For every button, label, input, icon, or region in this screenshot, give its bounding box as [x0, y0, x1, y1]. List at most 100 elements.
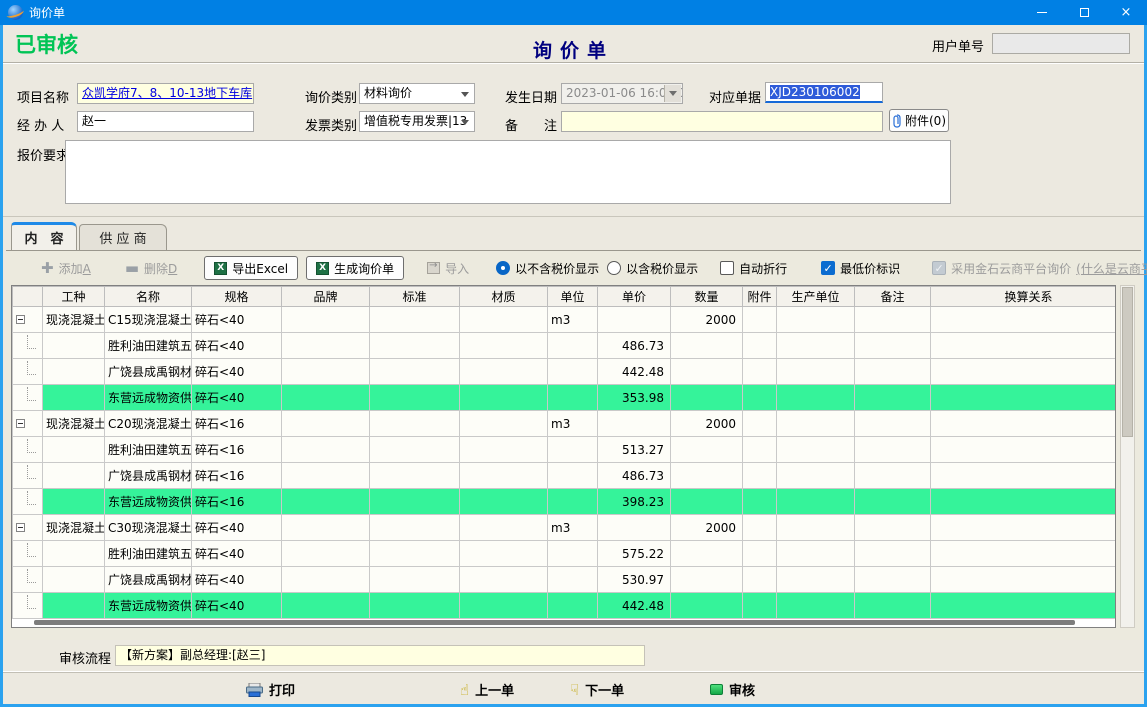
table-cell-biaozhun[interactable]: [370, 567, 460, 593]
table-cell-biaozhun[interactable]: [370, 593, 460, 619]
checkbox-lowest-price[interactable]: 最低价标识: [821, 260, 900, 277]
table-cell-caizhi[interactable]: [460, 515, 548, 541]
table-cell-mingcheng[interactable]: 广饶县成禹钢材销: [105, 463, 192, 489]
table-cell-gongzhong[interactable]: [43, 359, 105, 385]
table-cell-danjia[interactable]: 398.23: [598, 489, 671, 515]
table-cell-guige[interactable]: 碎石<40: [192, 333, 282, 359]
column-header[interactable]: 材质: [460, 287, 548, 307]
table-cell-biaozhun[interactable]: [370, 463, 460, 489]
table-cell-caizhi[interactable]: [460, 567, 548, 593]
minimize-button[interactable]: [1021, 0, 1063, 25]
table-cell-fujian[interactable]: [743, 385, 777, 411]
table-cell-fujian[interactable]: [743, 333, 777, 359]
table-cell-shengchandanwei[interactable]: [777, 489, 855, 515]
column-header[interactable]: 品牌: [282, 287, 370, 307]
table-row-lowest-price[interactable]: 东营远成物资供应碎石<16398.23: [13, 489, 1117, 515]
table-cell-caizhi[interactable]: [460, 333, 548, 359]
table-cell-pinpai[interactable]: [282, 307, 370, 333]
audit-button[interactable]: 审核: [710, 680, 755, 699]
table-cell-huansuan[interactable]: [931, 567, 1117, 593]
table-cell-shuliang[interactable]: 2000: [671, 411, 743, 437]
table-cell-caizhi[interactable]: [460, 385, 548, 411]
table-cell-shuliang[interactable]: [671, 593, 743, 619]
table-cell-shuliang[interactable]: [671, 567, 743, 593]
radio-with-tax[interactable]: 以含税价显示: [607, 260, 698, 277]
table-cell-gongzhong[interactable]: [43, 437, 105, 463]
next-doc-button[interactable]: ☟ 下一单: [570, 680, 624, 699]
table-cell-pinpai[interactable]: [282, 333, 370, 359]
table-cell-shengchandanwei[interactable]: [777, 515, 855, 541]
collapse-toggle-icon[interactable]: [13, 411, 43, 437]
table-cell-guige[interactable]: 碎石<16: [192, 411, 282, 437]
table-cell-shengchandanwei[interactable]: [777, 333, 855, 359]
project-field[interactable]: 众凯学府7、8、10-13地下车库: [77, 83, 254, 104]
table-cell-danjia[interactable]: 442.48: [598, 593, 671, 619]
table-cell-beizhu[interactable]: [855, 359, 931, 385]
column-header[interactable]: 规格: [192, 287, 282, 307]
table-cell-pinpai[interactable]: [282, 437, 370, 463]
checkbox-auto-wrap[interactable]: 自动折行: [720, 260, 787, 277]
table-cell-guige[interactable]: 碎石<40: [192, 541, 282, 567]
table-cell-guige[interactable]: 碎石<40: [192, 385, 282, 411]
table-cell-danjia[interactable]: 530.97: [598, 567, 671, 593]
table-row[interactable]: 广饶县成禹钢材销碎石<40530.97: [13, 567, 1117, 593]
table-cell-fujian[interactable]: [743, 307, 777, 333]
handler-field[interactable]: 赵一: [77, 111, 254, 132]
table-cell-guige[interactable]: 碎石<40: [192, 307, 282, 333]
collapse-toggle-icon[interactable]: [13, 307, 43, 333]
table-cell-guige[interactable]: 碎石<40: [192, 567, 282, 593]
table-cell-huansuan[interactable]: [931, 437, 1117, 463]
table-cell-gongzhong[interactable]: [43, 593, 105, 619]
print-button[interactable]: 打印: [246, 680, 295, 699]
table-cell-pinpai[interactable]: [282, 593, 370, 619]
table-cell-mingcheng[interactable]: 东营远成物资供应: [105, 593, 192, 619]
table-cell-fujian[interactable]: [743, 463, 777, 489]
table-row[interactable]: 现浇混凝土C15现浇混凝土碎石<40m32000: [13, 307, 1117, 333]
table-cell-beizhu[interactable]: [855, 385, 931, 411]
table-cell-huansuan[interactable]: [931, 463, 1117, 489]
column-header[interactable]: 单位: [548, 287, 598, 307]
column-header[interactable]: 换算关系: [931, 287, 1117, 307]
table-cell-shuliang[interactable]: 2000: [671, 307, 743, 333]
table-cell-danwei[interactable]: [548, 359, 598, 385]
table-cell-gongzhong[interactable]: 现浇混凝土: [43, 307, 105, 333]
table-cell-shengchandanwei[interactable]: [777, 307, 855, 333]
generate-inquiry-button[interactable]: 生成询价单: [306, 256, 404, 280]
table-cell-beizhu[interactable]: [855, 463, 931, 489]
table-cell-beizhu[interactable]: [855, 333, 931, 359]
column-header[interactable]: 附件: [743, 287, 777, 307]
table-cell-danwei[interactable]: [548, 333, 598, 359]
table-cell-gongzhong[interactable]: [43, 567, 105, 593]
table-cell-gongzhong[interactable]: [43, 385, 105, 411]
collapse-toggle-icon[interactable]: [13, 515, 43, 541]
horizontal-scrollbar-thumb[interactable]: [34, 620, 1075, 625]
table-cell-mingcheng[interactable]: 胜利油田建筑五金: [105, 333, 192, 359]
table-cell-huansuan[interactable]: [931, 385, 1117, 411]
table-cell-danjia[interactable]: 486.73: [598, 333, 671, 359]
table-cell-beizhu[interactable]: [855, 489, 931, 515]
table-cell-fujian[interactable]: [743, 411, 777, 437]
table-cell-beizhu[interactable]: [855, 437, 931, 463]
table-cell-danwei[interactable]: m3: [548, 411, 598, 437]
close-button[interactable]: ×: [1105, 0, 1147, 25]
table-row[interactable]: 广饶县成禹钢材销碎石<16486.73: [13, 463, 1117, 489]
table-cell-beizhu[interactable]: [855, 411, 931, 437]
table-cell-mingcheng[interactable]: C15现浇混凝土: [105, 307, 192, 333]
table-cell-danwei[interactable]: m3: [548, 515, 598, 541]
table-cell-caizhi[interactable]: [460, 437, 548, 463]
table-cell-fujian[interactable]: [743, 593, 777, 619]
table-cell-fujian[interactable]: [743, 515, 777, 541]
table-cell-fujian[interactable]: [743, 541, 777, 567]
table-cell-mingcheng[interactable]: C30现浇混凝土: [105, 515, 192, 541]
radio-no-tax[interactable]: 以不含税价显示: [496, 260, 599, 277]
table-row[interactable]: 胜利油田建筑五金碎石<16513.27: [13, 437, 1117, 463]
table-cell-pinpai[interactable]: [282, 411, 370, 437]
table-cell-biaozhun[interactable]: [370, 333, 460, 359]
table-cell-gongzhong[interactable]: [43, 541, 105, 567]
table-cell-danwei[interactable]: [548, 437, 598, 463]
vertical-scrollbar[interactable]: [1120, 285, 1135, 628]
table-row[interactable]: 现浇混凝土C20现浇混凝土碎石<16m32000: [13, 411, 1117, 437]
table-cell-shengchandanwei[interactable]: [777, 593, 855, 619]
table-cell-shuliang[interactable]: [671, 541, 743, 567]
table-cell-mingcheng[interactable]: C20现浇混凝土: [105, 411, 192, 437]
